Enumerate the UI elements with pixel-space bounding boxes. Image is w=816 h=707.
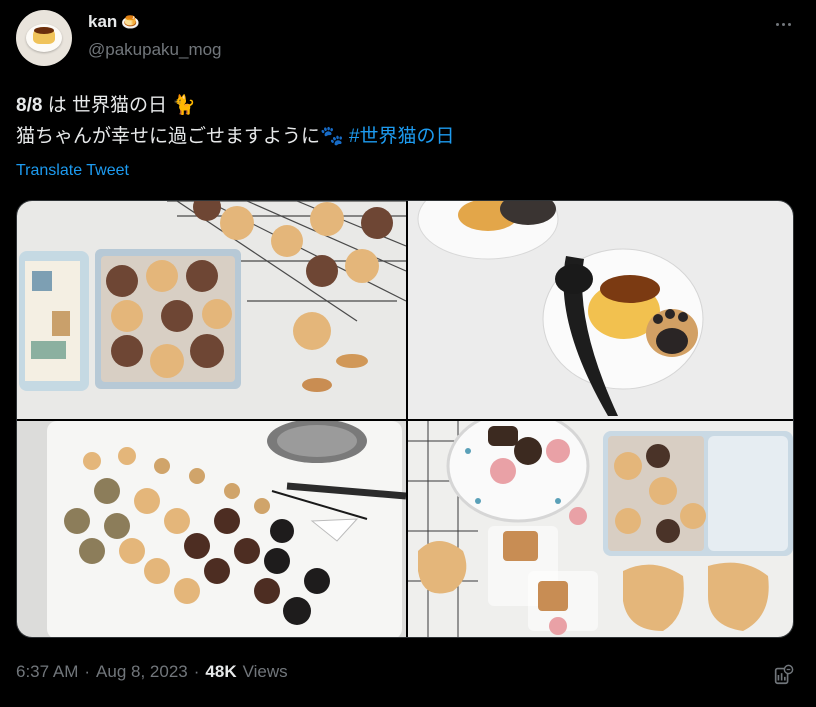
tweet-date: 8/8 <box>16 95 43 116</box>
media-photo-4[interactable] <box>408 421 793 637</box>
pudding-emoji: 🍮 <box>121 14 140 31</box>
media-photo-3[interactable] <box>17 421 406 637</box>
avatar[interactable] <box>16 10 72 66</box>
media-photo-1[interactable] <box>17 201 406 419</box>
author-handle[interactable]: @pakupaku_mog <box>88 40 222 60</box>
author-name-row[interactable]: kan 🍮 <box>88 12 140 32</box>
tweet-text-line2: 猫ちゃんが幸せに過ごせますように🐾 #世界猫の日 <box>16 123 455 151</box>
tweet-meta: 6:37 AM · Aug 8, 2023 · 48K Views <box>16 662 288 682</box>
media-grid <box>16 200 794 638</box>
display-name[interactable]: kan <box>88 12 117 32</box>
tweet-line1-rest: は 世界猫の日 🐈 <box>42 95 196 116</box>
hashtag-link[interactable]: #世界猫の日 <box>349 126 455 147</box>
tweet-text-line1: 8/8 は 世界猫の日 🐈 <box>16 92 196 120</box>
photo-pudding-plate-icon <box>408 201 793 419</box>
tweet-line2-text: 猫ちゃんが幸せに過ごせますように🐾 <box>16 126 349 147</box>
meta-separator: · <box>84 662 91 681</box>
photo-cookies-spread-icon <box>408 421 793 637</box>
media-photo-2[interactable] <box>408 201 793 419</box>
analytics-icon[interactable] <box>772 664 794 686</box>
views-count: 48K <box>205 662 237 681</box>
tweet-date-stamp[interactable]: Aug 8, 2023 <box>96 662 188 682</box>
tweet-time[interactable]: 6:37 AM <box>16 662 78 682</box>
meta-separator: · <box>193 662 200 681</box>
views-label: Views <box>242 662 288 681</box>
more-options-icon[interactable] <box>770 14 796 34</box>
photo-cookies-board-icon <box>17 421 406 637</box>
photo-cat-cookies-tin-icon <box>17 201 406 419</box>
avatar-caramel <box>34 27 54 34</box>
translate-tweet-link[interactable]: Translate Tweet <box>16 162 129 180</box>
